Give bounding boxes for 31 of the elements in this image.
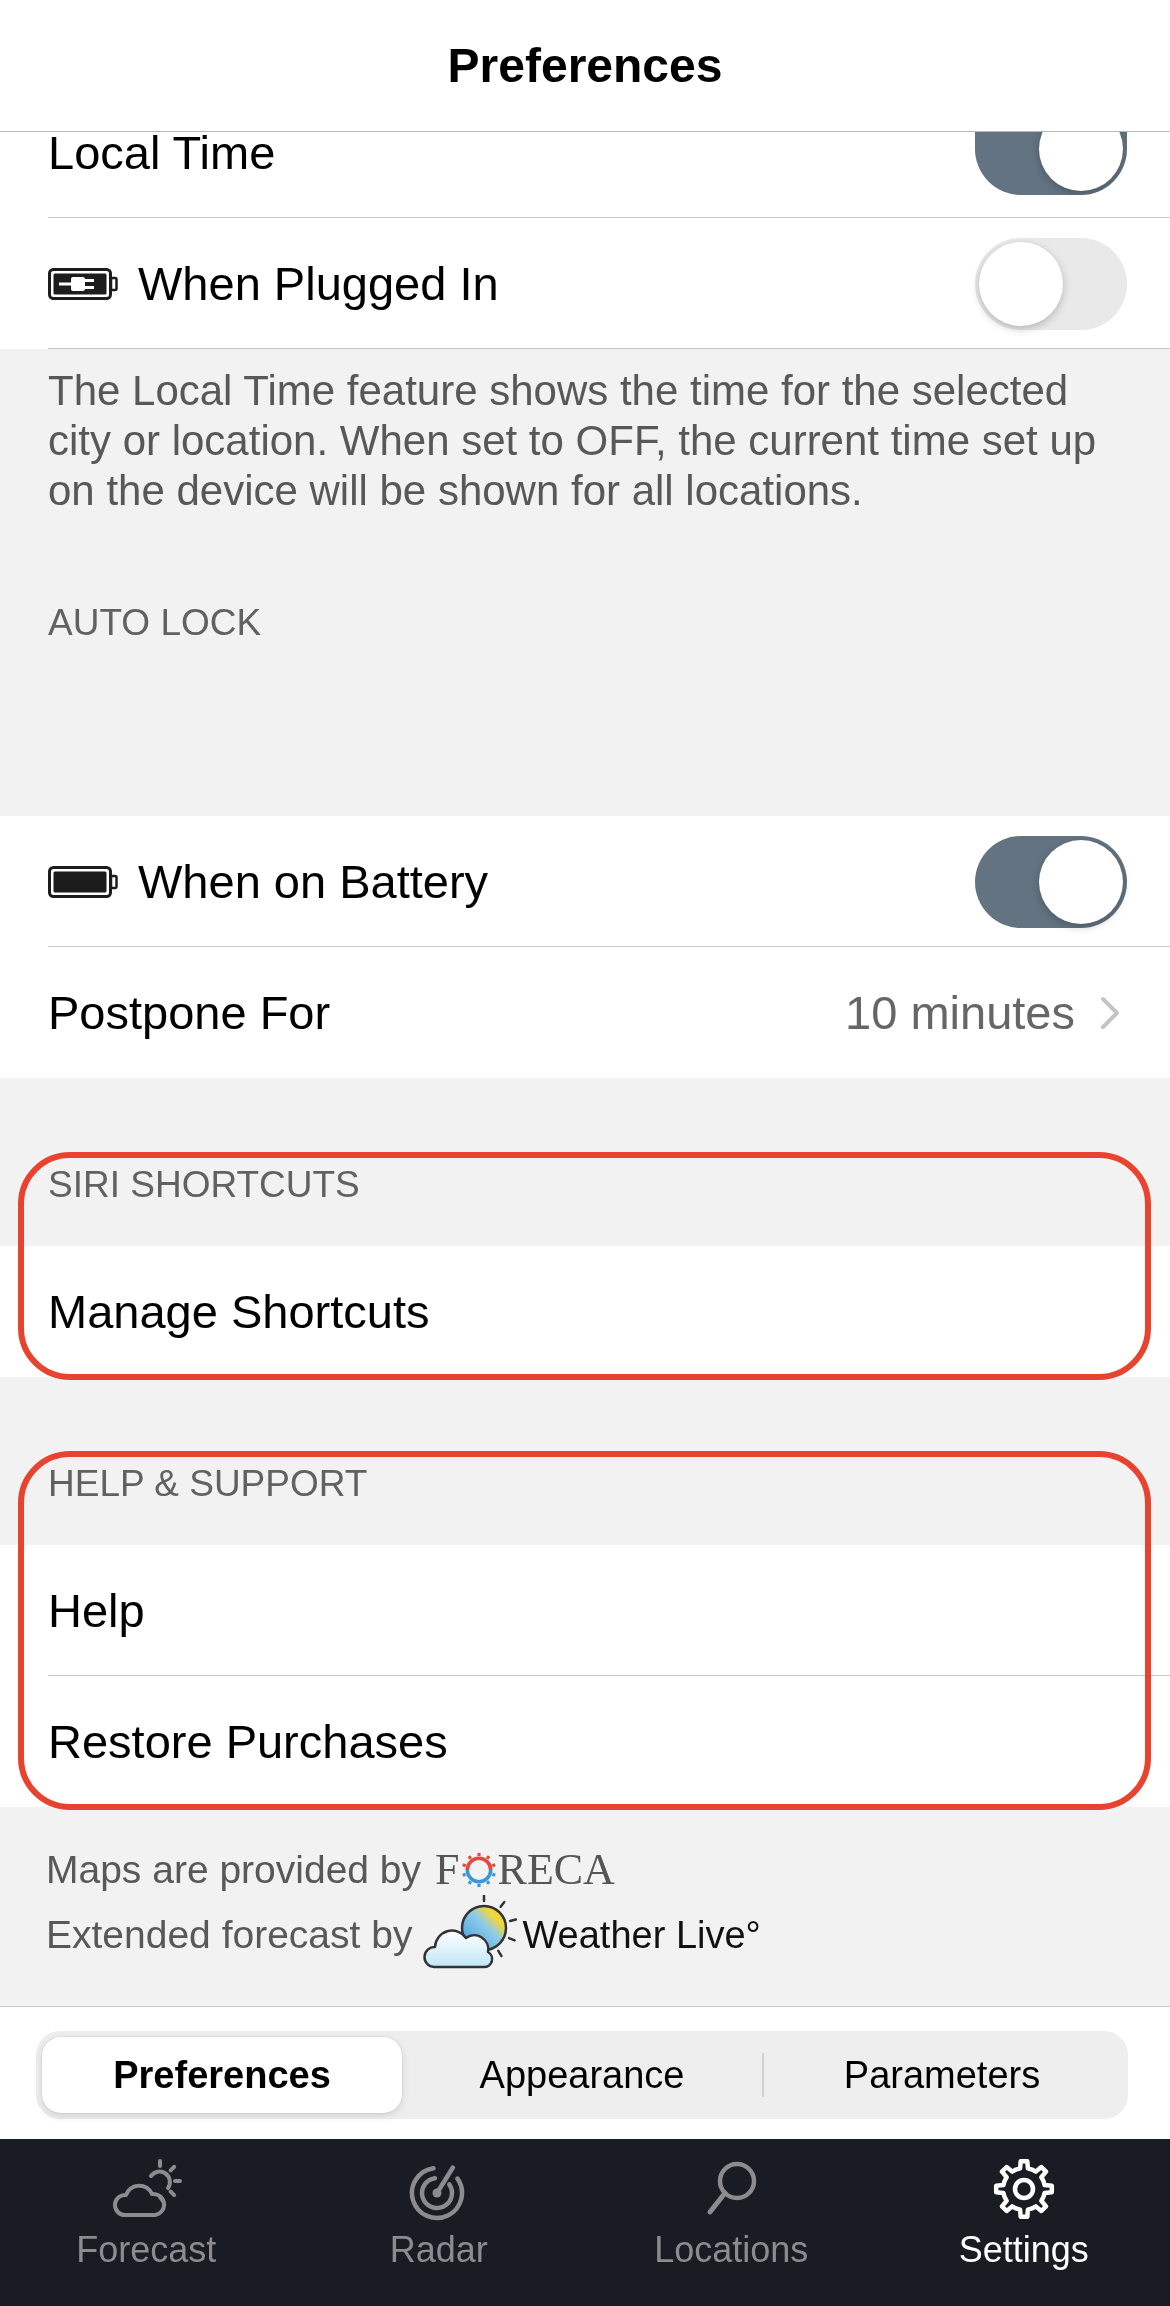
tab-bar-item[interactable]: Locations [585,2157,878,2272]
logo-text: F [435,1845,460,1895]
list-item[interactable]: Postpone For 10 minutes [0,947,1170,1078]
list-item[interactable]: Help [0,1545,1170,1676]
credit-text: Extended forecast by [46,1912,413,1958]
tab-bar-item[interactable]: Forecast [0,2157,293,2272]
segment-tab[interactable]: Appearance [402,2037,762,2113]
plugged-battery-icon [48,267,118,300]
description-text: The Local Time feature shows the time for the selected city or location. When set to OFF, the current time set up on the device will be shown for all locations. [47,366,1098,516]
row-label: When on Battery [138,853,489,910]
list-item[interactable]: Restore Purchases [0,1676,1170,1807]
ring-icon [460,1852,497,1888]
segment-tab[interactable]: Preferences [42,2037,402,2113]
tab-bar-item[interactable]: Settings [877,2157,1170,2272]
row-label: Local Time [48,132,276,174]
chevron-icon [1100,995,1120,1030]
section-header: HELP & SUPPORT [48,1462,368,1506]
screen-title: Preferences [447,37,723,94]
logo-text: Weather Live° [522,1913,761,1958]
row-label: When Plugged In [138,255,499,312]
section-header: SIRI SHORTCUTS [48,1163,360,1207]
row-value: 10 minutes [845,984,1075,1041]
row-label: Postpone For [48,984,331,1041]
credit-text: Maps are provided by [46,1847,422,1893]
toggle-switch[interactable] [975,132,1127,195]
tab-bar-item[interactable]: Radar [292,2157,585,2272]
section-header: AUTO LOCK [48,601,262,645]
battery-icon [48,865,118,898]
list-item[interactable]: Manage Shortcuts [0,1246,1170,1377]
logo-text: RECA [497,1845,615,1895]
segment-tab[interactable]: Parameters [762,2037,1122,2113]
